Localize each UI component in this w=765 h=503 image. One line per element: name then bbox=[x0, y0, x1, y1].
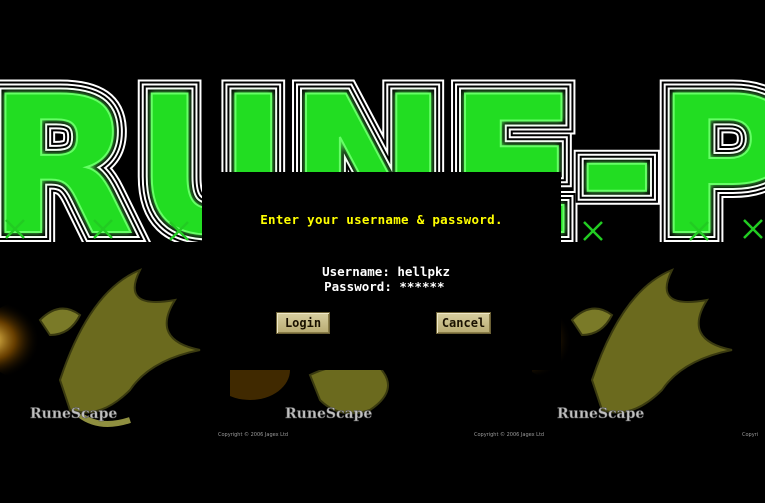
cancel-button[interactable]: Cancel bbox=[436, 312, 491, 334]
password-value[interactable]: ****** bbox=[399, 279, 444, 294]
dragon-tile-right: RuneScape bbox=[532, 250, 762, 450]
runescape-logo: RuneScape bbox=[557, 406, 644, 422]
login-prompt: Enter your username & password. bbox=[260, 212, 503, 227]
copyright-text: Copyright © 2006 Jagex Ltd bbox=[474, 432, 545, 438]
login-button[interactable]: Login bbox=[276, 312, 330, 334]
login-panel: Enter your username & password. Username… bbox=[202, 172, 561, 370]
runescape-logo: RuneScape bbox=[30, 406, 117, 422]
runescape-logo: RuneScape bbox=[285, 406, 372, 422]
password-row[interactable]: Password: ****** bbox=[294, 264, 444, 309]
copyright-text: Copyright © 2006 Jagex Ltd bbox=[218, 432, 289, 438]
dragon-tile-left: RuneScape bbox=[0, 250, 230, 450]
copyright-text-partial: Copyri bbox=[742, 432, 759, 438]
password-label: Password: bbox=[324, 279, 392, 294]
